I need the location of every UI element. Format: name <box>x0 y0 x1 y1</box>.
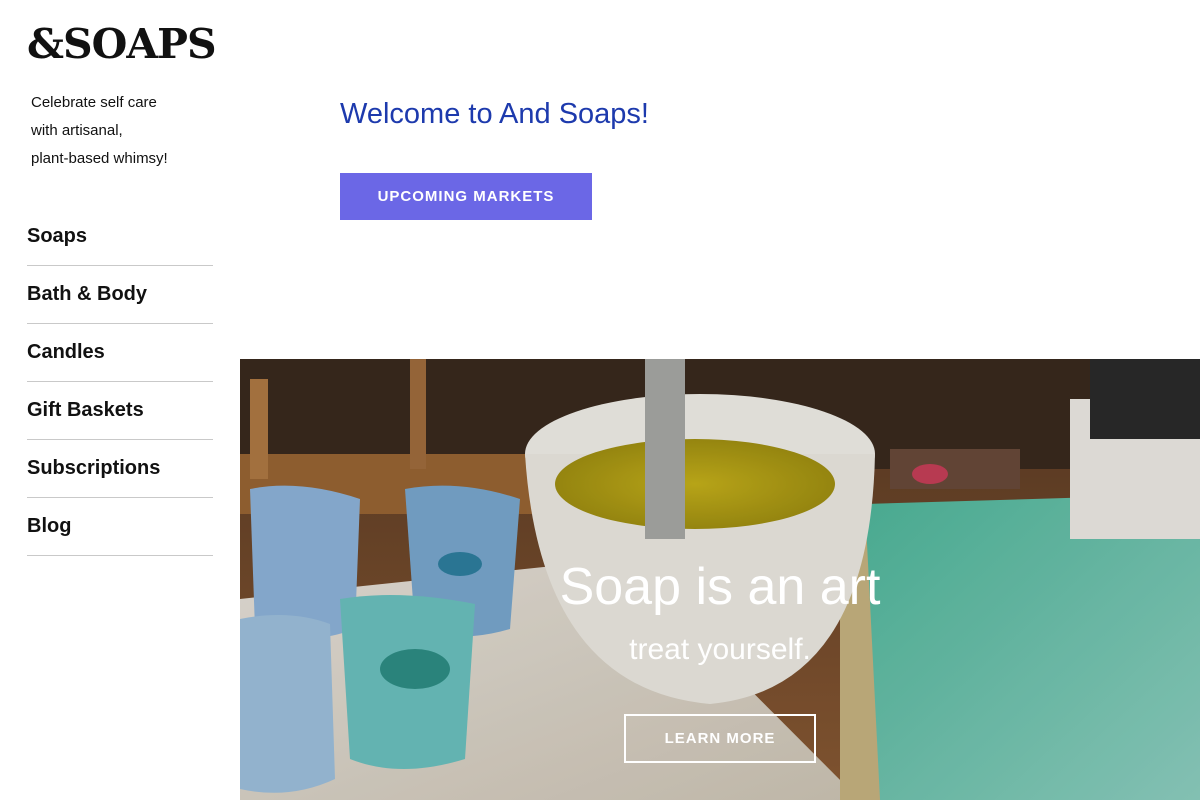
hero-subtitle: treat yourself. <box>629 633 811 666</box>
welcome-heading: Welcome to And Soaps! <box>340 98 649 130</box>
nav-item-soaps[interactable]: Soaps <box>27 208 213 266</box>
brand-logo[interactable]: &SOAPS <box>27 24 217 65</box>
tagline: Celebrate self care with artisanal, plan… <box>31 89 211 173</box>
upcoming-markets-button[interactable]: UPCOMING MARKETS <box>340 173 592 220</box>
main-nav: Soaps Bath & Body Candles Gift Baskets S… <box>27 208 213 556</box>
tagline-line: Celebrate self care <box>31 94 157 111</box>
nav-item-candles[interactable]: Candles <box>27 324 213 382</box>
tagline-line: plant-based whimsy! <box>31 150 168 167</box>
nav-item-gift-baskets[interactable]: Gift Baskets <box>27 382 213 440</box>
nav-item-blog[interactable]: Blog <box>27 498 213 556</box>
tagline-line: with artisanal, <box>31 122 123 139</box>
hero-title: Soap is an art <box>559 558 881 616</box>
nav-item-bath-body[interactable]: Bath & Body <box>27 266 213 324</box>
hero-banner: Soap is an art treat yourself. LEARN MOR… <box>240 359 1200 800</box>
learn-more-button[interactable]: LEARN MORE <box>624 714 816 763</box>
nav-item-subscriptions[interactable]: Subscriptions <box>27 440 213 498</box>
